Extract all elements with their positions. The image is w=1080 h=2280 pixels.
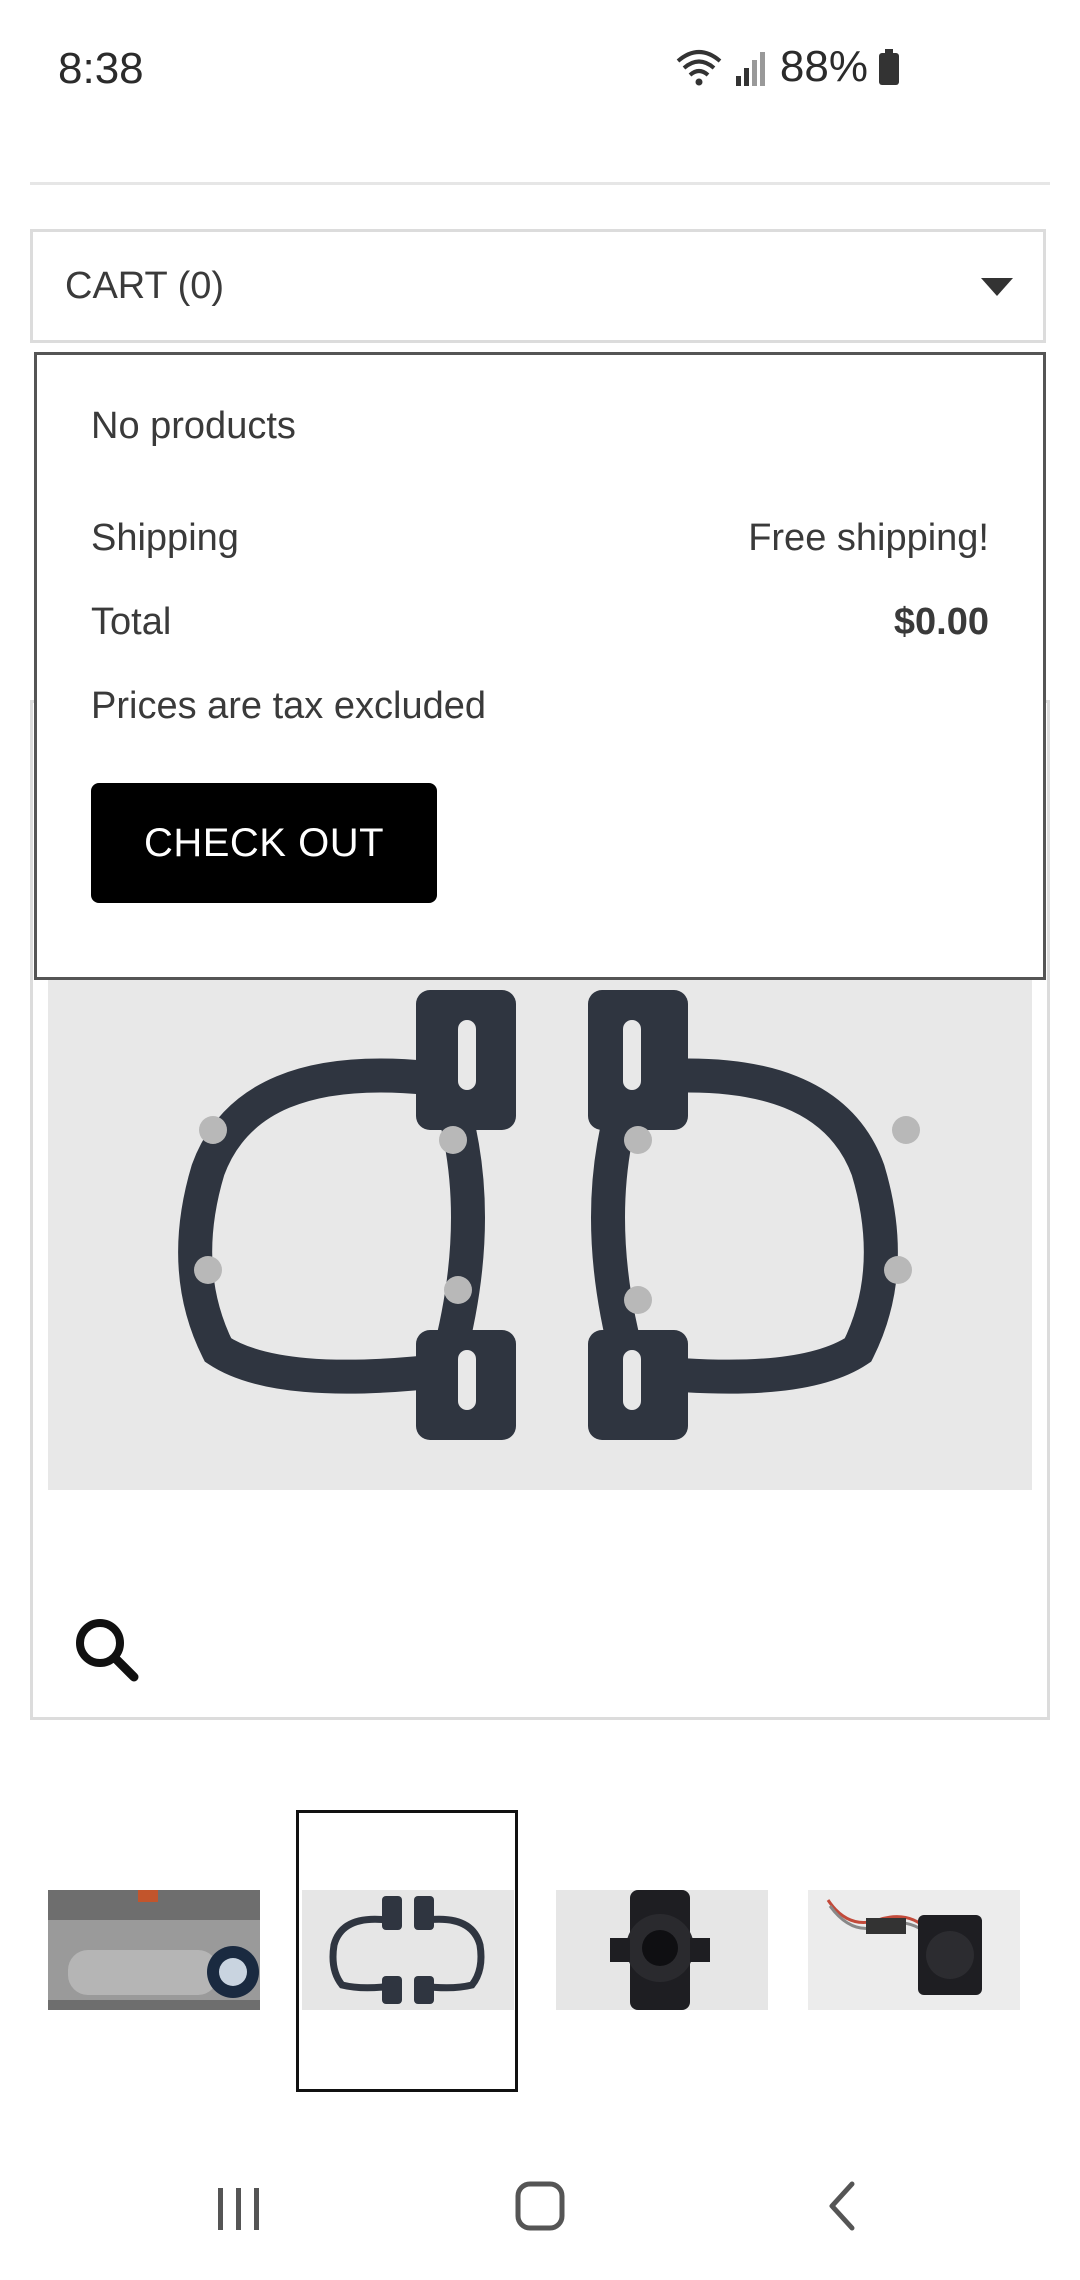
thumbnail-4[interactable]	[808, 1810, 1030, 2092]
cart-dropdown: No products Shipping Free shipping! Tota…	[34, 352, 1046, 980]
battery-icon	[879, 49, 899, 85]
signal-icon	[735, 52, 765, 86]
status-time: 8:38	[58, 44, 144, 93]
status-bar: 8:38 88%	[0, 0, 1080, 140]
thumbnail-image	[556, 1890, 768, 2010]
total-label: Total	[91, 601, 172, 643]
back-icon[interactable]	[818, 2180, 870, 2232]
total-value: $0.00	[893, 601, 989, 643]
thumbnail-image	[48, 1890, 260, 2010]
shipping-value: Free shipping!	[748, 517, 989, 559]
battery-percent: 88%	[779, 42, 868, 91]
system-nav-bar	[0, 2150, 1080, 2280]
home-icon[interactable]	[514, 2180, 566, 2232]
cart-empty-text: No products	[91, 405, 296, 447]
thumbnail-strip	[0, 1810, 1080, 2100]
shipping-label: Shipping	[91, 517, 239, 559]
cart-toggle[interactable]: CART (0)	[30, 229, 1046, 343]
checkout-button[interactable]: CHECK OUT	[91, 783, 437, 903]
shipping-row: Shipping Free shipping!	[91, 517, 989, 560]
wifi-icon	[676, 50, 722, 86]
header-divider	[30, 182, 1050, 185]
thumbnail-image	[302, 1890, 514, 2010]
product-main-image[interactable]	[48, 970, 1032, 1490]
tax-note: Prices are tax excluded	[91, 685, 486, 727]
thumbnail-2[interactable]	[296, 1810, 518, 2092]
product-photo	[48, 970, 1032, 1490]
thumbnail-3[interactable]	[556, 1810, 778, 2092]
recent-apps-icon[interactable]	[214, 2184, 264, 2234]
total-row: Total $0.00	[91, 601, 989, 644]
status-icons: 88%	[674, 42, 900, 92]
thumbnail-image	[808, 1890, 1020, 2010]
thumbnail-1[interactable]	[48, 1810, 270, 2092]
search-icon[interactable]	[72, 1615, 142, 1685]
cart-label: CART (0)	[65, 264, 225, 307]
chevron-down-icon	[981, 278, 1013, 296]
